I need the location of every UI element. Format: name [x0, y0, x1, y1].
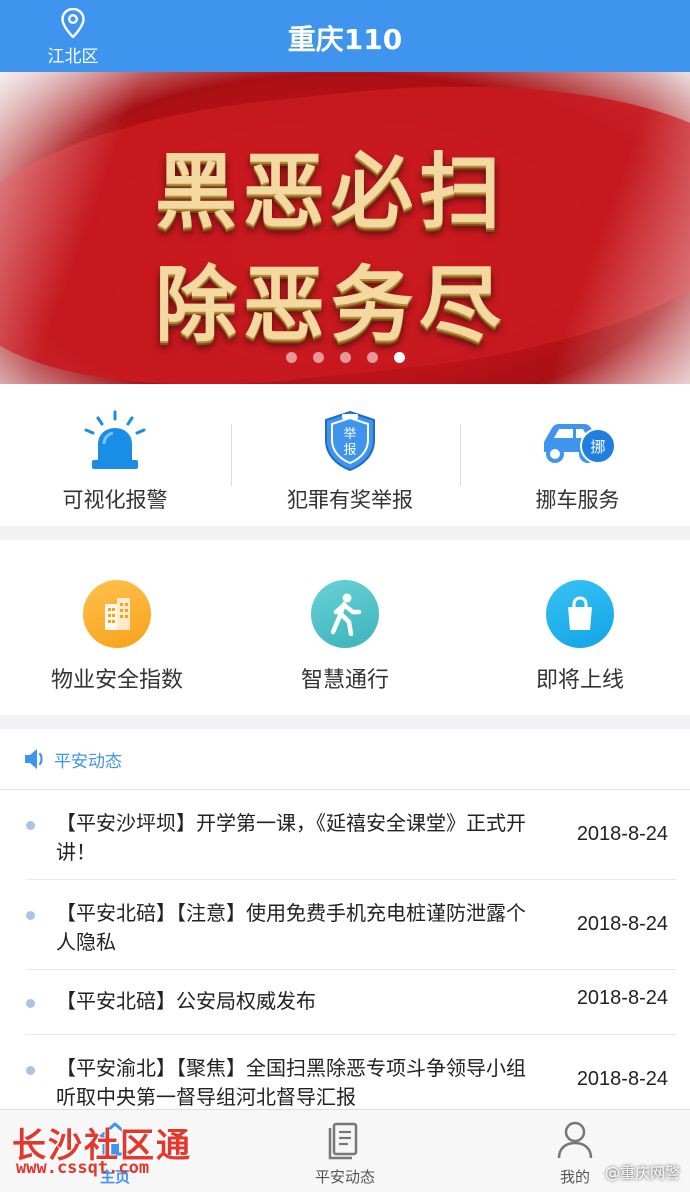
- coming-soon-label: 即将上线: [535, 668, 624, 693]
- divider: [231, 424, 232, 486]
- car-move-icon: 挪: [543, 424, 616, 464]
- news-card: 平安动态 【平安沙坪坝】开学第一课，《延禧安全课堂》正式开讲！ 2018-8-2…: [0, 729, 690, 1109]
- user-icon: [557, 1121, 593, 1159]
- watermark-weibo: @重庆网警: [604, 1164, 680, 1182]
- alarm-light-icon: [84, 410, 146, 469]
- app-header: 江北区 重庆110: [0, 0, 690, 72]
- building-icon: [83, 580, 151, 648]
- carousel-dot[interactable]: [312, 352, 324, 363]
- visual-alarm-label: 可视化报警: [62, 488, 168, 512]
- news-item[interactable]: 【平安北碚】公安局权威发布 2018-8-24: [26, 987, 676, 1027]
- shopping-bag-icon: [546, 580, 614, 648]
- report-badge-text-bottom: 报: [343, 443, 356, 458]
- news-bullet: [26, 999, 35, 1008]
- divider: [460, 424, 461, 486]
- news-section-header[interactable]: 平安动态: [22, 745, 122, 773]
- crime-report-button[interactable]: 举 报 犯罪有奖举报: [270, 406, 430, 514]
- news-date: 2018-8-24: [576, 823, 668, 845]
- crime-report-label: 犯罪有奖举报: [287, 488, 413, 512]
- banner-carousel[interactable]: 黑恶必扫 除恶务尽: [0, 72, 690, 384]
- report-badge-icon: 举 报: [325, 410, 375, 472]
- carousel-dot[interactable]: [285, 352, 297, 363]
- visual-alarm-button[interactable]: 可视化报警: [40, 406, 190, 514]
- banner-slogan-line1: 黑恶必扫: [155, 144, 508, 240]
- carousel-dot[interactable]: [339, 352, 351, 363]
- news-bullet: [26, 1066, 35, 1075]
- carousel-dot[interactable]: [366, 352, 378, 363]
- document-icon: [328, 1122, 358, 1160]
- news-bullet: [26, 911, 35, 920]
- car-move-badge-text: 挪: [590, 438, 605, 456]
- news-title: 【平安沙坪坝】开学第一课，《延禧安全课堂》正式开讲！: [56, 811, 526, 864]
- smart-pass-label: 智慧通行: [300, 668, 389, 693]
- news-item[interactable]: 【平安渝北】【聚焦】全国扫黑除恶专项斗争领导小组听取中央第一督导组河北督导汇报 …: [26, 1054, 676, 1109]
- property-safety-button[interactable]: 物业安全指数: [42, 580, 192, 694]
- smart-pass-button[interactable]: 智慧通行: [270, 580, 420, 694]
- news-date: 2018-8-24: [576, 913, 668, 935]
- page-title: 重庆110: [287, 23, 403, 56]
- banner-slogan-line2: 除恶务尽: [155, 257, 508, 353]
- news-section-title: 平安动态: [54, 751, 122, 772]
- carousel-dot-active[interactable]: [393, 352, 405, 363]
- car-move-label: 挪车服务: [535, 488, 620, 512]
- report-badge-text-top: 举: [343, 427, 356, 442]
- news-title: 【平安北碚】公安局权威发布: [56, 989, 316, 1013]
- news-separator: [26, 969, 676, 970]
- watermark-site-url: www.cssqt.com: [16, 1158, 150, 1178]
- news-bullet: [26, 821, 35, 830]
- tab-safety-news[interactable]: 平安动态: [280, 1118, 410, 1187]
- news-date: 2018-8-24: [576, 1068, 668, 1090]
- property-safety-label: 物业安全指数: [50, 668, 183, 693]
- carousel-indicators: [0, 352, 690, 363]
- coming-soon-button[interactable]: 即将上线: [505, 580, 655, 694]
- car-move-button[interactable]: 挪 挪车服务: [505, 406, 650, 514]
- walking-person-icon: [311, 580, 379, 648]
- news-date: 2018-8-24: [576, 987, 668, 1009]
- news-item[interactable]: 【平安沙坪坝】开学第一课，《延禧安全课堂》正式开讲！ 2018-8-24: [26, 809, 676, 879]
- secondary-services-card: 物业安全指数 智慧通行 即将上线: [0, 540, 690, 715]
- news-title: 【平安渝北】【聚焦】全国扫黑除恶专项斗争领导小组听取中央第一督导组河北督导汇报: [56, 1056, 526, 1109]
- primary-services-card: 可视化报警 举 报 犯罪有奖举报 挪 挪车服务: [0, 384, 690, 526]
- news-title: 【平安北碚】【注意】使用免费手机充电桩谨防泄露个人隐私: [56, 901, 526, 954]
- speaker-icon: [25, 749, 43, 769]
- news-separator: [26, 879, 676, 880]
- news-separator: [26, 1034, 676, 1035]
- tab-safety-news-label: 平安动态: [314, 1168, 375, 1186]
- divider: [0, 789, 690, 790]
- news-item[interactable]: 【平安北碚】【注意】使用免费手机充电桩谨防泄露个人隐私 2018-8-24: [26, 899, 676, 969]
